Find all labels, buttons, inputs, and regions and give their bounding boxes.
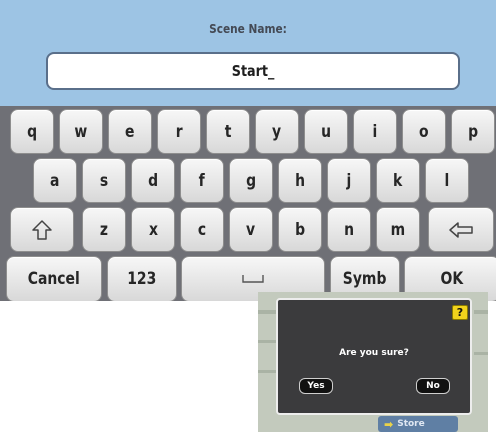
key-n[interactable]: n: [327, 207, 371, 252]
key-l[interactable]: l: [425, 158, 469, 203]
background-divider: [258, 310, 276, 314]
key-f[interactable]: f: [180, 158, 224, 203]
yes-button[interactable]: Yes: [299, 378, 333, 394]
help-button[interactable]: ?: [452, 305, 468, 320]
space-bar-icon: [242, 275, 264, 283]
key-m[interactable]: m: [376, 207, 420, 252]
scene-name-value: Start_: [231, 62, 275, 80]
background-divider: [474, 352, 488, 355]
key-g[interactable]: g: [229, 158, 273, 203]
key-o[interactable]: o: [402, 109, 446, 154]
key-y[interactable]: y: [255, 109, 299, 154]
key-t[interactable]: t: [206, 109, 250, 154]
scene-name-title: Scene Name:: [209, 22, 287, 36]
key-i[interactable]: i: [353, 109, 397, 154]
key-r[interactable]: r: [157, 109, 201, 154]
store-button-background: ➡ Store: [378, 416, 458, 432]
key-j[interactable]: j: [327, 158, 371, 203]
no-button[interactable]: No: [416, 378, 450, 394]
right-arrow-icon: ➡: [384, 417, 394, 431]
key-w[interactable]: w: [59, 109, 103, 154]
key-u[interactable]: u: [304, 109, 348, 154]
key-p[interactable]: p: [451, 109, 495, 154]
background-divider: [258, 340, 276, 343]
key-e[interactable]: e: [108, 109, 152, 154]
key-z[interactable]: z: [82, 207, 126, 252]
shift-key[interactable]: [10, 207, 74, 252]
key-v[interactable]: v: [229, 207, 273, 252]
backspace-key[interactable]: [428, 207, 494, 252]
key-x[interactable]: x: [131, 207, 175, 252]
numbers-key[interactable]: 123: [107, 256, 177, 301]
keyboard-header: Scene Name: Start_: [0, 0, 496, 106]
key-s[interactable]: s: [82, 158, 126, 203]
key-c[interactable]: c: [180, 207, 224, 252]
backspace-arrow-icon: [449, 221, 473, 238]
key-k[interactable]: k: [376, 158, 420, 203]
confirm-message: Are you sure?: [339, 348, 409, 358]
key-q[interactable]: q: [10, 109, 54, 154]
background-divider: [474, 310, 488, 314]
key-d[interactable]: d: [131, 158, 175, 203]
confirm-dialog: ? Are you sure? Yes No: [276, 298, 472, 415]
store-label: Store: [397, 419, 425, 429]
cancel-key[interactable]: Cancel: [6, 256, 102, 301]
help-icon: ?: [456, 306, 464, 319]
key-b[interactable]: b: [278, 207, 322, 252]
scene-name-input[interactable]: Start_: [46, 52, 460, 90]
background-divider: [258, 370, 276, 373]
key-a[interactable]: a: [33, 158, 77, 203]
key-h[interactable]: h: [278, 158, 322, 203]
on-screen-keyboard: Scene Name: Start_ q w e r t y u i o p a…: [0, 0, 496, 301]
shift-arrow-icon: [32, 219, 52, 240]
